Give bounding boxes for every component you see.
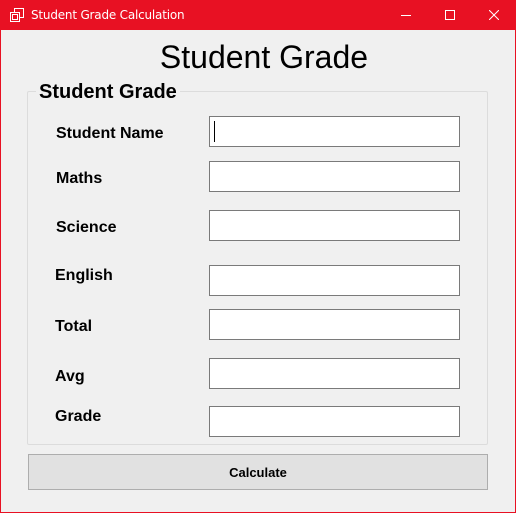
grade-input[interactable]: [209, 406, 460, 437]
total-input[interactable]: [209, 309, 460, 340]
student-name-label: Student Name: [56, 125, 164, 142]
calculate-button[interactable]: Calculate: [28, 454, 488, 490]
maximize-icon: [445, 10, 455, 20]
page-title: Student Grade: [159, 39, 369, 75]
close-icon: [489, 10, 499, 20]
maximize-button[interactable]: [427, 0, 473, 30]
window-title: Student Grade Calculation: [31, 8, 185, 22]
grade-label: Grade: [55, 408, 102, 425]
total-label: Total: [55, 318, 93, 335]
science-label: Science: [56, 219, 117, 236]
title-bar[interactable]: Student Grade Calculation: [1, 0, 516, 30]
avg-label: Avg: [55, 368, 85, 385]
text-caret: [214, 121, 215, 142]
close-button[interactable]: [471, 0, 516, 30]
minimize-button[interactable]: [383, 0, 429, 30]
maths-input[interactable]: [209, 161, 460, 192]
groupbox-title: Student Grade: [36, 80, 180, 104]
english-input[interactable]: [209, 265, 460, 296]
maths-label: Maths: [56, 170, 103, 187]
english-label: English: [55, 267, 113, 284]
avg-input[interactable]: [209, 358, 460, 389]
minimize-icon: [401, 15, 411, 16]
app-icon: [10, 8, 24, 22]
student-name-input[interactable]: [209, 116, 460, 147]
app-window: Student Grade Calculation Student Grade …: [0, 0, 516, 513]
science-input[interactable]: [209, 210, 460, 241]
